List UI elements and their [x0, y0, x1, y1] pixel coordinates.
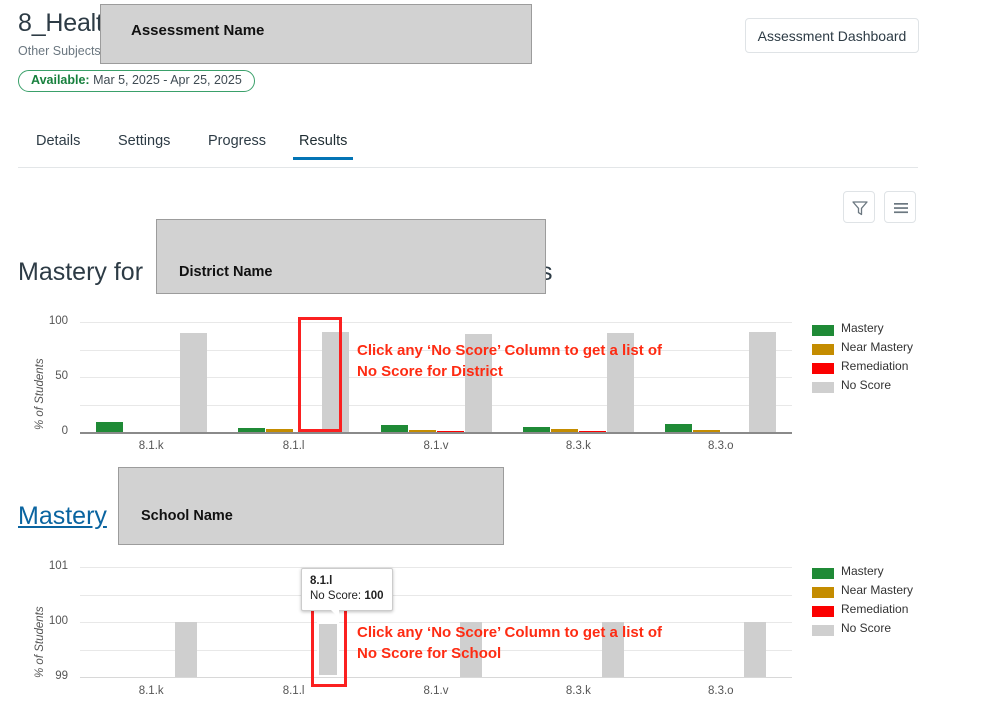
legend-swatch	[812, 344, 834, 355]
y-tick-label: 50	[55, 370, 68, 382]
assessment-dashboard-button[interactable]: Assessment Dashboard	[745, 18, 919, 53]
bar-near-mastery[interactable]	[266, 428, 294, 432]
x-tick-label: 8.1.v	[423, 440, 449, 452]
legend-label: Mastery	[841, 564, 884, 578]
legend-swatch	[812, 606, 834, 617]
tooltip-metric-value: 100	[364, 590, 384, 602]
legend-swatch	[812, 382, 834, 393]
district-no-score-highlight[interactable]	[298, 317, 342, 432]
list-view-button[interactable]	[884, 191, 916, 223]
x-tick-label: 8.3.k	[565, 685, 591, 697]
page-title: 8_Healt	[18, 9, 103, 37]
hamburger-menu-icon	[894, 203, 908, 214]
tab-results[interactable]: Results	[292, 133, 354, 160]
bar-no-score[interactable]	[174, 622, 197, 677]
tooltip-category: 8.1.l	[310, 575, 333, 587]
school-annotation: Click any ‘No Score’ Column to get a lis…	[357, 622, 662, 664]
tab-details[interactable]: Details	[36, 133, 80, 160]
x-tick-label: 8.3.o	[708, 440, 734, 452]
y-tick-label: 100	[48, 615, 68, 627]
bar-remediation[interactable]	[436, 430, 464, 432]
district-chart-x-axis	[80, 432, 792, 434]
tab-settings[interactable]: Settings	[118, 133, 170, 160]
legend-label: Near Mastery	[841, 583, 914, 597]
legend-swatch	[812, 625, 834, 636]
district-annotation-line1: Click any ‘No Score’ Column to get a lis…	[357, 342, 663, 359]
bar-mastery[interactable]	[522, 426, 550, 432]
tooltip-metric-label: No Score:	[310, 590, 362, 602]
bar-near-mastery[interactable]	[408, 429, 436, 432]
bar-mastery[interactable]	[238, 427, 266, 432]
results-tab-bar: Details Settings Progress Results	[18, 133, 918, 167]
redaction-district-name: District Name	[156, 219, 546, 294]
results-page: 8_Healt Other Subjects| Available: Mar 5…	[0, 0, 998, 712]
legend-swatch	[812, 325, 834, 336]
bar-mastery[interactable]	[665, 424, 693, 432]
legend-label: Remediation	[841, 602, 909, 616]
redaction-assessment-name: Assessment Name	[100, 4, 532, 64]
bar-remediation[interactable]	[578, 430, 606, 432]
breadcrumb: Other Subjects|	[18, 44, 110, 58]
y-tick-label: 101	[48, 560, 68, 572]
x-tick-label: 8.1.l	[282, 440, 305, 452]
gridline	[80, 322, 792, 323]
bar-near-mastery[interactable]	[693, 429, 721, 432]
tooltip-metric: No Score: 100	[310, 589, 384, 604]
legend-swatch	[812, 568, 834, 579]
redaction-assessment-name-label: Assessment Name	[131, 22, 265, 39]
bar-no-score[interactable]	[744, 622, 767, 677]
legend-label: Near Mastery	[841, 340, 914, 354]
x-tick-label: 8.1.k	[138, 685, 164, 697]
chart-tooltip: 8.1.l No Score: 100	[301, 568, 393, 618]
gridline	[80, 594, 792, 596]
availability-label: Available:	[31, 73, 90, 87]
availability-dates: Mar 5, 2025 - Apr 25, 2025	[93, 73, 242, 87]
x-tick-label: 8.1.k	[138, 440, 164, 452]
school-annotation-line2: No Score for School	[357, 645, 502, 662]
tab-progress[interactable]: Progress	[208, 133, 266, 160]
school-chart-x-axis	[80, 677, 792, 678]
filter-funnel-icon	[852, 201, 868, 216]
y-tick-label: 99	[55, 670, 68, 682]
school-no-score-highlight[interactable]	[311, 601, 347, 687]
district-annotation: Click any ‘No Score’ Column to get a lis…	[357, 340, 662, 382]
bar-no-score[interactable]	[749, 331, 777, 432]
redaction-district-name-label: District Name	[179, 264, 273, 280]
bar-mastery[interactable]	[95, 422, 123, 432]
breadcrumb-subject: Other Subjects	[18, 44, 101, 58]
bar-mastery[interactable]	[380, 425, 408, 432]
legend-swatch	[812, 587, 834, 598]
legend-label: Remediation	[841, 359, 909, 373]
tab-bar-divider	[18, 167, 918, 168]
legend-label: No Score	[841, 621, 892, 635]
legend-label: Mastery	[841, 321, 884, 335]
availability-badge: Available: Mar 5, 2025 - Apr 25, 2025	[18, 70, 255, 92]
legend-swatch	[812, 363, 834, 374]
gridline	[80, 567, 792, 568]
y-tick-label: 0	[61, 425, 68, 437]
district-mastery-chart[interactable]: % of Students 0 50 100 8.1.k 8.1.l 8.1.v 8.3.…	[0, 310, 800, 455]
district-chart-heading-prefix: Mastery for	[18, 258, 144, 286]
x-tick-label: 8.3.o	[708, 685, 734, 697]
legend-label: No Score	[841, 378, 892, 392]
y-tick-label: 100	[48, 315, 68, 327]
x-tick-label: 8.1.v	[423, 685, 449, 697]
x-tick-label: 8.3.k	[565, 440, 591, 452]
school-annotation-line1: Click any ‘No Score’ Column to get a lis…	[357, 624, 663, 641]
bar-no-score[interactable]	[179, 333, 207, 432]
filter-button[interactable]	[843, 191, 875, 223]
bar-near-mastery[interactable]	[550, 428, 578, 432]
redaction-school-name-label: School Name	[141, 508, 233, 524]
school-chart-heading-link[interactable]: Mastery	[18, 502, 107, 531]
redaction-school-name: School Name	[118, 467, 504, 545]
district-annotation-line2: No Score for District	[357, 363, 503, 380]
